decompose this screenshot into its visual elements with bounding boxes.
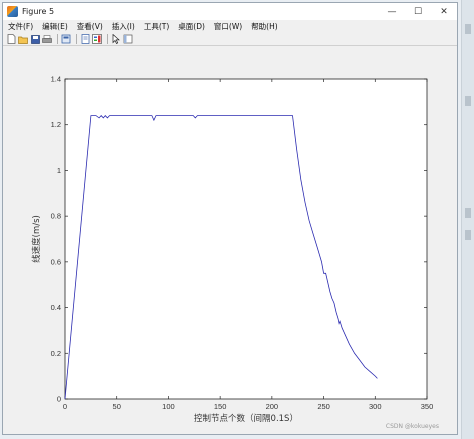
window-title: Figure 5 bbox=[22, 7, 55, 16]
y-tick-label: 1 bbox=[57, 166, 61, 175]
background-marker bbox=[465, 96, 471, 106]
background-marker bbox=[465, 24, 471, 34]
window-controls: — ☐ ✕ bbox=[379, 3, 457, 20]
print-icon[interactable] bbox=[42, 34, 52, 44]
property-editor-icon[interactable] bbox=[123, 34, 133, 44]
figure-window: Figure 5 — ☐ ✕ 文件(F) 编辑(E) 查看(V) 插入(I) 工… bbox=[2, 2, 458, 435]
x-tick-label: 200 bbox=[266, 402, 279, 411]
menu-desktop[interactable]: 桌面(D) bbox=[178, 21, 205, 32]
pointer-icon[interactable] bbox=[111, 34, 121, 44]
figure-toolbar bbox=[3, 33, 457, 46]
x-tick-label: 350 bbox=[421, 402, 434, 411]
link-icon[interactable] bbox=[80, 34, 90, 44]
axes-box bbox=[64, 78, 428, 400]
save-icon[interactable] bbox=[30, 34, 40, 44]
toolbar-separator bbox=[57, 34, 58, 44]
matlab-logo-icon bbox=[7, 6, 18, 17]
figure-canvas[interactable]: 0 50 100 150 200 250 300 350 0 0.2 0.4 0.6 0.8 1 1.2 1.… bbox=[3, 47, 457, 434]
background-marker bbox=[465, 208, 471, 218]
y-tick-label: 1.2 bbox=[51, 120, 61, 129]
y-tick-label: 1.4 bbox=[51, 75, 61, 84]
watermark: CSDN @kokueyes bbox=[385, 423, 439, 430]
print-preview-icon[interactable] bbox=[61, 34, 71, 44]
y-tick-label: 0.6 bbox=[51, 257, 61, 266]
menu-edit[interactable]: 编辑(E) bbox=[42, 21, 68, 32]
menu-window[interactable]: 窗口(W) bbox=[214, 21, 242, 32]
y-tick-label: 0.2 bbox=[51, 349, 61, 358]
minimize-button[interactable]: — bbox=[379, 3, 405, 20]
x-tick-label: 150 bbox=[214, 402, 227, 411]
maximize-button[interactable]: ☐ bbox=[405, 3, 431, 20]
toolbar-separator bbox=[107, 34, 108, 44]
new-figure-icon[interactable] bbox=[6, 34, 16, 44]
menu-view[interactable]: 查看(V) bbox=[77, 21, 103, 32]
menu-insert[interactable]: 插入(I) bbox=[112, 21, 135, 32]
background-window-edge bbox=[461, 0, 474, 439]
background-marker bbox=[465, 230, 471, 240]
menu-help[interactable]: 帮助(H) bbox=[251, 21, 278, 32]
y-tick-label: 0.8 bbox=[51, 212, 61, 221]
menu-bar: 文件(F) 编辑(E) 查看(V) 插入(I) 工具(T) 桌面(D) 窗口(W… bbox=[3, 20, 457, 33]
x-tick-label: 300 bbox=[369, 402, 382, 411]
menu-tools[interactable]: 工具(T) bbox=[144, 21, 169, 32]
open-file-icon[interactable] bbox=[18, 34, 28, 44]
y-tick-label: 0.4 bbox=[51, 303, 61, 312]
toolbar-separator bbox=[76, 34, 77, 44]
x-tick-label: 50 bbox=[113, 402, 121, 411]
line-plot[interactable]: 0 50 100 150 200 250 300 350 0 0.2 0.4 0.6 0.8 1 1.2 1.… bbox=[3, 47, 457, 434]
close-button[interactable]: ✕ bbox=[431, 3, 457, 20]
x-tick-label: 250 bbox=[317, 402, 330, 411]
colorbar-icon[interactable] bbox=[92, 34, 102, 44]
x-axis-label: 控制节点个数（间隔0.1S） bbox=[194, 413, 298, 424]
menu-file[interactable]: 文件(F) bbox=[8, 21, 33, 32]
y-tick-label: 0 bbox=[57, 395, 61, 404]
title-bar[interactable]: Figure 5 — ☐ ✕ bbox=[3, 3, 457, 20]
x-tick-label: 0 bbox=[63, 402, 67, 411]
y-axis-label: 线速度(m/s) bbox=[31, 215, 42, 263]
x-tick-label: 100 bbox=[162, 402, 175, 411]
